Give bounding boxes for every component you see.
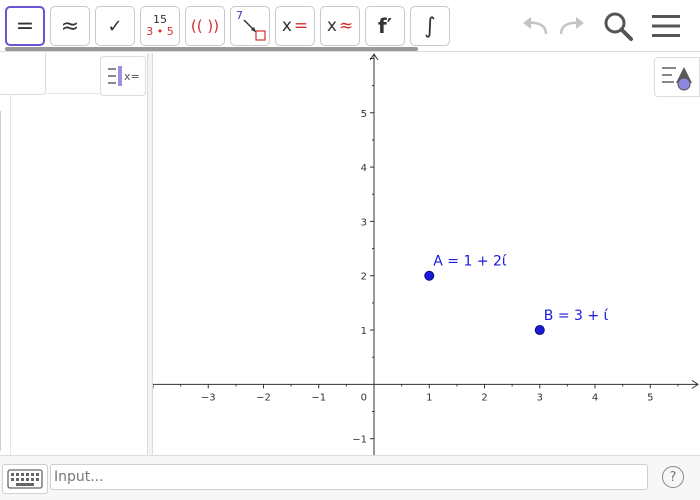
redo-icon xyxy=(559,17,584,35)
x-tick-label: 3 xyxy=(537,392,543,403)
expand-symbol: (( )) xyxy=(190,17,220,35)
keyboard-icon xyxy=(7,469,43,489)
x-tick-label: 4 xyxy=(592,392,598,403)
x-tick-label: −1 xyxy=(311,392,326,403)
solve-numerically-button[interactable]: x ≈ xyxy=(320,6,360,46)
algebra-scrollbar[interactable] xyxy=(0,111,4,451)
substitute-icon xyxy=(243,19,266,41)
search-icon xyxy=(604,12,633,41)
x-tick-label: 1 xyxy=(426,392,432,403)
toolbar-scrollbar[interactable] xyxy=(5,47,418,51)
x-tick-label: −3 xyxy=(201,392,216,403)
svg-text:x=: x= xyxy=(124,70,140,83)
y-tick-label: 5 xyxy=(361,109,367,120)
x-tick-label: −2 xyxy=(256,392,271,403)
search-button[interactable] xyxy=(601,10,635,42)
solve-numerically-x: x xyxy=(326,16,337,36)
integral-button[interactable]: ∫ xyxy=(410,6,450,46)
solve-numerically-op: ≈ xyxy=(338,16,354,36)
graph-canvas[interactable]: −3 −2 −1 1 2 3 4 5 −1 1 2 3 4 5 0 A = 1 + 2ί B = 3 + ί xyxy=(153,53,700,455)
evaluate-button[interactable]: = xyxy=(5,6,45,46)
algebra-divider xyxy=(10,95,11,455)
y-tick-label: 2 xyxy=(361,272,367,283)
graphics-style-bar-button[interactable] xyxy=(654,57,700,97)
derivative-button[interactable]: f′ xyxy=(365,6,405,46)
x-tick-label: 5 xyxy=(647,392,653,403)
redo-button[interactable] xyxy=(555,10,589,42)
expand-button[interactable]: (( )) xyxy=(185,6,225,46)
hamburger-menu-icon xyxy=(652,15,680,37)
graphics-view[interactable]: −3 −2 −1 1 2 3 4 5 −1 1 2 3 4 5 0 A = 1 + 2ί B = 3 + ί xyxy=(153,53,700,455)
origin-label: 0 xyxy=(361,392,367,403)
undo-button[interactable] xyxy=(518,10,552,42)
y-tick-label: 1 xyxy=(361,326,367,337)
solve-x: x xyxy=(281,16,292,36)
point-label: B = 3 + ί xyxy=(544,308,609,324)
evaluate-symbol: = xyxy=(15,13,35,39)
numeric-symbol: ≈ xyxy=(60,13,80,39)
y-tick-label: 4 xyxy=(361,163,367,174)
keyboard-button[interactable] xyxy=(2,464,48,494)
numeric-button[interactable]: ≈ xyxy=(50,6,90,46)
undo-icon xyxy=(523,17,548,35)
help-icon: ? xyxy=(669,469,677,485)
y-tick-label: −1 xyxy=(352,435,367,446)
integral-symbol: ∫ xyxy=(424,13,436,39)
graphics-style-icon xyxy=(662,67,692,91)
algebra-style-icon: x= xyxy=(108,66,140,86)
keep-input-button[interactable]: ✓ xyxy=(95,6,135,46)
factor-button[interactable]: 15 3 • 5 xyxy=(140,6,180,46)
x-tick-label: 2 xyxy=(481,392,487,403)
toolbar: = ≈ ✓ 15 3 • 5 (( )) 7 x = x ≈ f′ ∫ xyxy=(0,0,700,52)
solve-op: = xyxy=(293,16,309,36)
substitute-button[interactable]: 7 xyxy=(230,6,270,46)
help-button[interactable]: ? xyxy=(662,466,684,488)
point-b[interactable] xyxy=(534,325,545,336)
algebra-style-bar-button[interactable]: x= xyxy=(100,56,146,96)
y-tick-label: 3 xyxy=(361,217,367,228)
menu-button[interactable] xyxy=(649,10,683,42)
point-label: A = 1 + 2ί xyxy=(433,254,507,270)
algebra-view: x= xyxy=(0,53,148,455)
solve-button[interactable]: x = xyxy=(275,6,315,46)
factor-bottom: 3 • 5 xyxy=(146,25,174,38)
input-bar: ? xyxy=(0,455,700,500)
checkmark-icon: ✓ xyxy=(107,15,123,37)
algebra-input-row[interactable] xyxy=(0,53,46,95)
input-field[interactable] xyxy=(50,464,648,490)
derivative-symbol: f′ xyxy=(378,14,392,38)
point-a[interactable] xyxy=(424,270,435,281)
